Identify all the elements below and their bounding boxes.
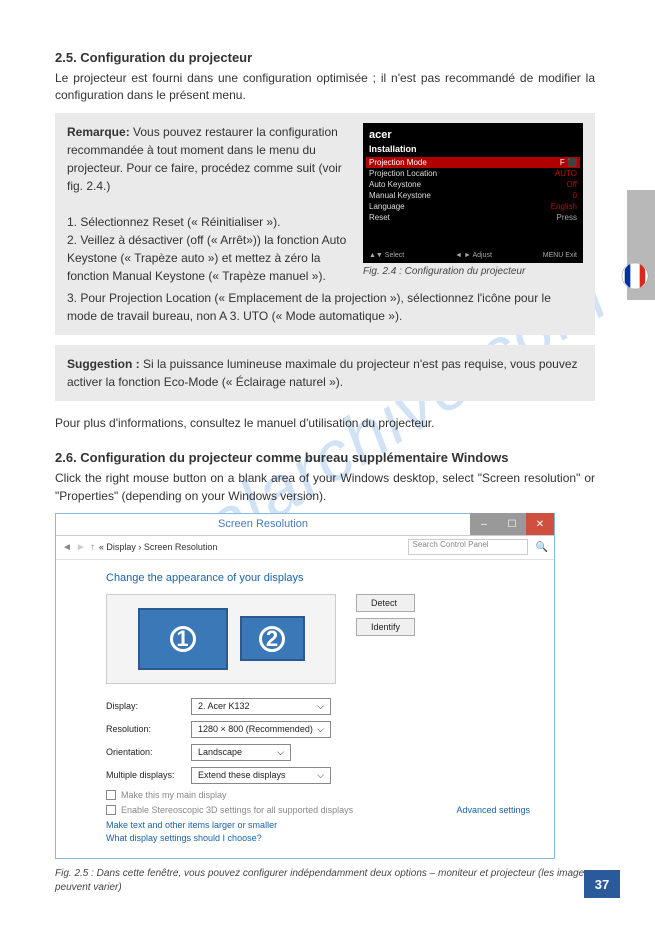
page-number: 37 — [584, 870, 620, 898]
osd-value: Press — [557, 213, 577, 222]
identify-button[interactable]: Identify — [356, 618, 415, 636]
acer-logo: acer — [369, 129, 577, 141]
multi-display-select[interactable]: Extend these displays ⌵ — [191, 767, 331, 784]
osd-label: Projection Location — [369, 169, 437, 178]
osd-row: Auto Keystone Off — [369, 179, 577, 190]
chevron-down-icon: ⌵ — [277, 747, 284, 758]
projector-osd-screenshot: acer Installation Projection ModeF ⬛ Pro… — [363, 123, 583, 263]
stereo-3d-label: Enable Stereoscopic 3D settings for all … — [121, 805, 353, 815]
fig-2-5-caption: Fig. 2.5 : Dans cette fenêtre, vous pouv… — [55, 867, 595, 895]
orientation-select[interactable]: Landscape ⌵ — [191, 744, 291, 761]
osd-label: Projection Mode — [369, 158, 427, 167]
intro-2-6: Click the right mouse button on a blank … — [55, 470, 595, 505]
text-size-link[interactable]: Make text and other items larger or smal… — [106, 820, 530, 830]
osd-row: Manual Keystone 0 — [369, 190, 577, 201]
display-settings-help-link[interactable]: What display settings should I choose? — [106, 833, 530, 843]
osd-value: 0 — [573, 191, 577, 200]
multi-display-label: Multiple displays: — [106, 770, 191, 780]
maximize-button[interactable]: ☐ — [498, 513, 526, 535]
monitor-2-label: 2 — [259, 626, 285, 652]
orientation-value: Landscape — [198, 747, 242, 758]
remarque-label: Remarque: — [67, 125, 130, 139]
chevron-down-icon: ⌵ — [317, 701, 324, 712]
display-select[interactable]: 2. Acer K132 ⌵ — [191, 698, 331, 715]
fig-2-4-caption: Fig. 2.4 : Configuration du projecteur — [363, 266, 583, 277]
page-content: 2.5. Configuration du projecteur Le proj… — [0, 0, 655, 935]
multi-display-value: Extend these displays — [198, 770, 286, 781]
remarque-step1: 1. Sélectionnez Reset (« Réinitialiser »… — [67, 215, 280, 229]
osd-label: Manual Keystone — [369, 191, 431, 200]
remarque-box: Remarque: Vous pouvez restaurer la confi… — [55, 113, 595, 335]
suggestion-label: Suggestion : — [67, 357, 140, 371]
close-button[interactable]: ✕ — [526, 513, 554, 535]
monitor-1[interactable]: 1 — [138, 608, 228, 670]
window-title: Screen Resolution — [56, 518, 470, 530]
display-value: 2. Acer K132 — [198, 701, 250, 712]
monitor-1-label: 1 — [170, 626, 196, 652]
resolution-select[interactable]: 1280 × 800 (Recommended) ⌵ — [191, 721, 331, 738]
suggestion-box: Suggestion : Si la puissance lumineuse m… — [55, 345, 595, 401]
window-instruction: Change the appearance of your displays — [106, 572, 530, 584]
monitor-2[interactable]: 2 — [240, 616, 305, 661]
osd-label: Auto Keystone — [369, 180, 421, 189]
monitor-preview-area[interactable]: 1 2 — [106, 594, 336, 684]
osd-row: Language English — [369, 201, 577, 212]
osd-value: English — [551, 202, 577, 211]
display-label: Display: — [106, 701, 191, 711]
more-info-text: Pour plus d'informations, consultez le m… — [55, 415, 595, 432]
remarque-step3: 3. Pour Projection Location (« Emplaceme… — [67, 289, 583, 325]
heading-2-6: 2.6. Configuration du projecteur comme b… — [55, 450, 595, 465]
heading-2-5: 2.5. Configuration du projecteur — [55, 50, 595, 65]
up-icon[interactable]: ↑ — [90, 542, 95, 553]
chevron-down-icon: ⌵ — [317, 724, 324, 735]
main-display-label: Make this my main display — [121, 790, 227, 800]
breadcrumb[interactable]: « Display › Screen Resolution — [99, 542, 218, 552]
minimize-button[interactable]: – — [470, 513, 498, 535]
osd-foot-select: ▲▼ Select — [369, 252, 404, 259]
osd-label: Reset — [369, 213, 390, 222]
main-display-checkbox[interactable] — [106, 790, 116, 800]
osd-row: Reset Press — [369, 212, 577, 223]
search-icon[interactable]: 🔍 — [536, 542, 548, 553]
window-nav-bar: ◄ ► ↑ « Display › Screen Resolution Sear… — [56, 536, 554, 560]
resolution-value: 1280 × 800 (Recommended) — [198, 724, 313, 735]
suggestion-text: Si la puissance lumineuse maximale du pr… — [67, 357, 578, 389]
detect-button[interactable]: Detect — [356, 594, 415, 612]
osd-row-projection-mode: Projection ModeF ⬛ — [366, 157, 580, 168]
forward-icon[interactable]: ► — [76, 542, 86, 553]
stereo-3d-checkbox[interactable] — [106, 805, 116, 815]
window-titlebar: Screen Resolution – ☐ ✕ — [56, 514, 554, 536]
osd-row: Projection Location AUTO — [369, 168, 577, 179]
back-icon[interactable]: ◄ — [62, 542, 72, 553]
windows-screen-resolution-dialog: Screen Resolution – ☐ ✕ ◄ ► ↑ « Display … — [55, 513, 555, 859]
osd-title: Installation — [369, 144, 577, 154]
osd-value: Off — [566, 180, 577, 189]
intro-2-5: Le projecteur est fourni dans une config… — [55, 70, 595, 105]
search-input[interactable]: Search Control Panel — [408, 539, 528, 555]
remarque-step2: 2. Veillez à désactiver (off (« Arrêt»))… — [67, 233, 346, 283]
remarque-text: Remarque: Vous pouvez restaurer la confi… — [67, 123, 353, 285]
osd-foot-exit: MENU Exit — [543, 252, 577, 259]
osd-value: AUTO — [555, 169, 577, 178]
advanced-settings-link[interactable]: Advanced settings — [456, 805, 530, 815]
orientation-label: Orientation: — [106, 747, 191, 757]
osd-foot-adjust: ◄ ► Adjust — [455, 252, 492, 259]
osd-label: Language — [369, 202, 405, 211]
chevron-down-icon: ⌵ — [317, 770, 324, 781]
resolution-label: Resolution: — [106, 724, 191, 734]
